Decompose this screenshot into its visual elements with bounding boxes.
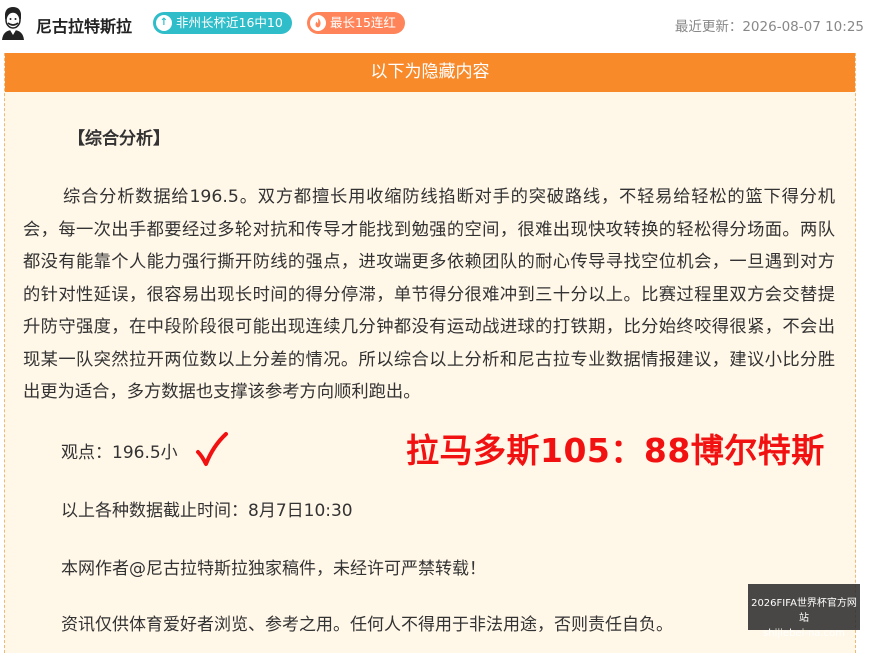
analysis-paragraph: 综合分析数据给196.5。双方都擅长用收缩防线掐断对手的突破路线，不轻易给轻松的… [23,187,835,402]
author-header: 尼古拉特斯拉 ↑ 非州长杯近16中10 最长15连红 最近更新：2026-08-… [0,0,870,48]
viewpoint: 观点：196.5小 [61,443,178,463]
checkmark-icon [196,432,228,466]
section-title: 【综合分析】 [68,129,170,149]
up-arrow-icon: ↑ [156,15,172,31]
watermark-domain: shijiebei-na.com [763,628,845,639]
disclaimer: 资讯仅供体育爱好者浏览、参考之用。任何人不得用于非法用途，否则责任自负。 [61,615,673,635]
site-watermark: 2026FIFA世界杯官方网站 shijiebei-na.com [748,584,860,639]
author-avatar[interactable] [0,4,26,40]
updated-label: 最近更新： [674,19,743,35]
final-score: 拉马多斯105：88博尔特斯 [406,431,825,470]
streak-max-badge: 最长15连红 [307,12,405,34]
flame-icon [310,15,326,31]
streak-recent-badge: ↑ 非州长杯近16中10 [153,12,292,34]
copyright-notice: 本网作者@尼古拉特斯拉独家稿件，未经许可严禁转载！ [61,559,486,579]
author-name[interactable]: 尼古拉特斯拉 [36,13,132,37]
streak-recent-text: 非州长杯近16中10 [176,15,283,30]
hidden-content-banner: 以下为隐藏内容 [5,53,855,92]
updated-time: 2026-08-07 10:25 [742,19,864,35]
watermark-title: 2026FIFA世界杯官方网站 [751,598,857,624]
last-updated: 最近更新：2026-08-07 10:25 [675,15,864,35]
data-cutoff-time: 以上各种数据截止时间：8月7日10:30 [61,501,353,521]
